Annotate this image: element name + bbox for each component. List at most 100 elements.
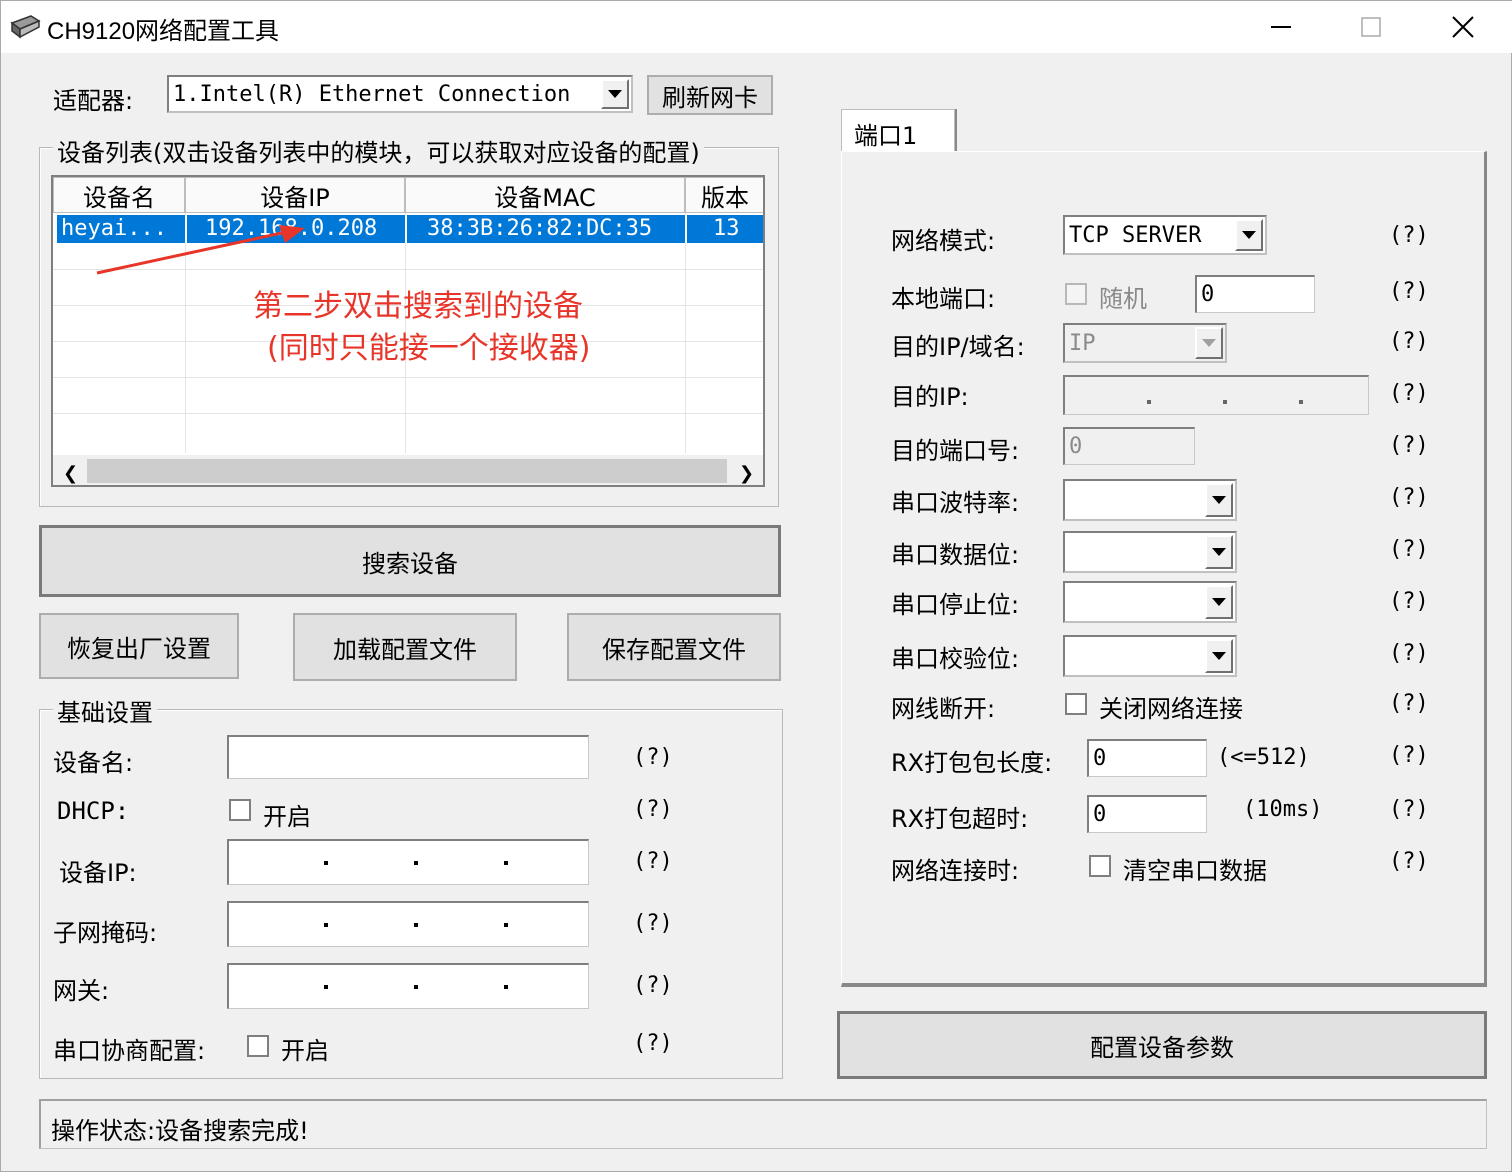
data-bits-dropdown-button[interactable] bbox=[1205, 535, 1233, 569]
baud-rate-dropdown-button[interactable] bbox=[1205, 483, 1233, 517]
refresh-adapter-button[interactable]: 刷新网卡 bbox=[647, 75, 773, 115]
device-name-help[interactable]: (?) bbox=[633, 745, 673, 770]
save-config-button[interactable]: 保存配置文件 bbox=[567, 613, 781, 681]
grid-line bbox=[53, 413, 763, 414]
net-mode-help[interactable]: (?) bbox=[1389, 223, 1429, 248]
serial-negotiation-label: 串口协商配置: bbox=[53, 1037, 206, 1065]
close-connection-checkbox[interactable] bbox=[1065, 693, 1087, 715]
dest-ip-domain-dropdown-button[interactable] bbox=[1195, 327, 1223, 359]
horizontal-scrollbar[interactable]: ❮ ❯ bbox=[53, 455, 763, 485]
stop-bits-dropdown-button[interactable] bbox=[1205, 585, 1233, 619]
chevron-down-icon bbox=[608, 90, 622, 98]
scroll-right-icon[interactable]: ❯ bbox=[739, 463, 754, 484]
rx-timeout-value: 0 bbox=[1093, 802, 1107, 827]
dest-port-help[interactable]: (?) bbox=[1389, 433, 1429, 458]
load-config-button[interactable]: 加载配置文件 bbox=[293, 613, 517, 681]
configure-device-button[interactable]: 配置设备参数 bbox=[837, 1011, 1487, 1079]
device-list-group-title: 设备列表(双击设备列表中的模块，可以获取对应设备的配置) bbox=[53, 133, 704, 168]
maximize-button[interactable] bbox=[1325, 1, 1417, 53]
tab-port-1[interactable]: 端口1 bbox=[841, 109, 955, 153]
search-devices-button[interactable]: 搜索设备 bbox=[39, 525, 781, 597]
dhcp-checkbox[interactable] bbox=[229, 799, 251, 821]
subnet-mask-input[interactable] bbox=[227, 901, 589, 947]
chevron-down-icon bbox=[1242, 231, 1256, 239]
random-port-checkbox[interactable] bbox=[1065, 283, 1087, 305]
dest-ip-input[interactable] bbox=[1063, 375, 1369, 415]
device-ip-help[interactable]: (?) bbox=[633, 849, 673, 874]
chevron-down-icon bbox=[1212, 652, 1226, 660]
gateway-help[interactable]: (?) bbox=[633, 973, 673, 998]
serial-negotiation-help[interactable]: (?) bbox=[633, 1031, 673, 1056]
dest-ip-domain-select[interactable]: IP bbox=[1063, 323, 1227, 363]
row-version: 13 bbox=[713, 216, 740, 241]
close-button[interactable] bbox=[1417, 1, 1509, 53]
rx-packet-length-label: RX打包包长度: bbox=[891, 749, 1053, 777]
local-port-input[interactable]: 0 bbox=[1195, 275, 1315, 313]
scrollbar-thumb[interactable] bbox=[87, 459, 727, 483]
net-mode-dropdown-button[interactable] bbox=[1235, 219, 1263, 251]
adapter-dropdown-button[interactable] bbox=[601, 79, 629, 109]
ip-separator bbox=[504, 860, 508, 865]
restore-factory-button[interactable]: 恢复出厂设置 bbox=[39, 613, 239, 679]
rx-packet-length-value: 0 bbox=[1093, 746, 1107, 771]
data-bits-help[interactable]: (?) bbox=[1389, 537, 1429, 562]
device-name-input[interactable] bbox=[227, 735, 589, 779]
minimize-icon bbox=[1271, 26, 1291, 28]
dest-ip-label: 目的IP: bbox=[891, 383, 969, 411]
cable-disconnect-help[interactable]: (?) bbox=[1389, 691, 1429, 716]
cell-divider bbox=[405, 215, 407, 243]
column-header-device-ip[interactable]: 设备IP bbox=[185, 177, 405, 213]
rx-timeout-help[interactable]: (?) bbox=[1389, 797, 1429, 822]
rx-timeout-input[interactable]: 0 bbox=[1087, 795, 1207, 833]
column-header-device-mac[interactable]: 设备MAC bbox=[405, 177, 685, 213]
dest-ip-domain-help[interactable]: (?) bbox=[1389, 329, 1429, 354]
stop-bits-select[interactable] bbox=[1063, 581, 1237, 623]
net-mode-value: TCP SERVER bbox=[1069, 222, 1202, 248]
dhcp-label: DHCP: bbox=[57, 797, 130, 825]
minimize-button[interactable] bbox=[1235, 1, 1327, 53]
chevron-down-icon bbox=[1212, 598, 1226, 606]
rx-packet-length-hint: (<=512) bbox=[1217, 745, 1310, 770]
local-port-help[interactable]: (?) bbox=[1389, 279, 1429, 304]
ip-separator bbox=[414, 984, 418, 989]
grid-line bbox=[685, 213, 686, 453]
dest-ip-domain-label: 目的IP/域名: bbox=[891, 333, 1025, 361]
ip-separator bbox=[1223, 399, 1227, 404]
ip-separator bbox=[414, 860, 418, 865]
clear-serial-checkbox[interactable] bbox=[1089, 855, 1111, 877]
cable-disconnect-label: 网线断开: bbox=[891, 695, 996, 723]
parity-select[interactable] bbox=[1063, 635, 1237, 677]
net-mode-select[interactable]: TCP SERVER bbox=[1063, 215, 1267, 255]
annotation-text-line1: 第二步双击搜索到的设备 bbox=[253, 289, 583, 324]
serial-negotiation-checkbox[interactable] bbox=[247, 1035, 269, 1057]
scroll-left-icon[interactable]: ❮ bbox=[63, 463, 78, 484]
subnet-mask-help[interactable]: (?) bbox=[633, 911, 673, 936]
tab-port-1-label: 端口1 bbox=[854, 122, 918, 150]
rx-packet-length-input[interactable]: 0 bbox=[1087, 739, 1207, 777]
dest-ip-help[interactable]: (?) bbox=[1389, 381, 1429, 406]
main-window: CH9120网络配置工具 适配器: 1.Intel(R) Ethernet Co… bbox=[0, 0, 1512, 1172]
clear-serial-checkbox-label: 清空串口数据 bbox=[1123, 857, 1267, 885]
data-bits-select[interactable] bbox=[1063, 531, 1237, 573]
dhcp-help[interactable]: (?) bbox=[633, 797, 673, 822]
on-connect-help[interactable]: (?) bbox=[1389, 849, 1429, 874]
adapter-label: 适配器: bbox=[53, 87, 134, 115]
parity-help[interactable]: (?) bbox=[1389, 641, 1429, 666]
baud-rate-select[interactable] bbox=[1063, 479, 1237, 521]
baud-rate-help[interactable]: (?) bbox=[1389, 485, 1429, 510]
column-header-device-name[interactable]: 设备名 bbox=[53, 177, 185, 213]
dest-port-input[interactable]: 0 bbox=[1063, 427, 1195, 465]
ip-separator bbox=[324, 984, 328, 989]
device-ip-input[interactable] bbox=[227, 839, 589, 885]
stop-bits-label: 串口停止位: bbox=[891, 591, 1020, 619]
rx-packet-length-help[interactable]: (?) bbox=[1389, 743, 1429, 768]
row-device-mac: 38:3B:26:82:DC:35 bbox=[427, 216, 653, 241]
chevron-down-icon bbox=[1212, 548, 1226, 556]
stop-bits-help[interactable]: (?) bbox=[1389, 589, 1429, 614]
column-header-version[interactable]: 版本 bbox=[685, 177, 763, 213]
adapter-select[interactable]: 1.Intel(R) Ethernet Connection bbox=[167, 75, 633, 113]
gateway-input[interactable] bbox=[227, 963, 589, 1009]
ip-separator bbox=[414, 922, 418, 927]
local-port-value: 0 bbox=[1201, 282, 1215, 307]
parity-dropdown-button[interactable] bbox=[1205, 639, 1233, 673]
